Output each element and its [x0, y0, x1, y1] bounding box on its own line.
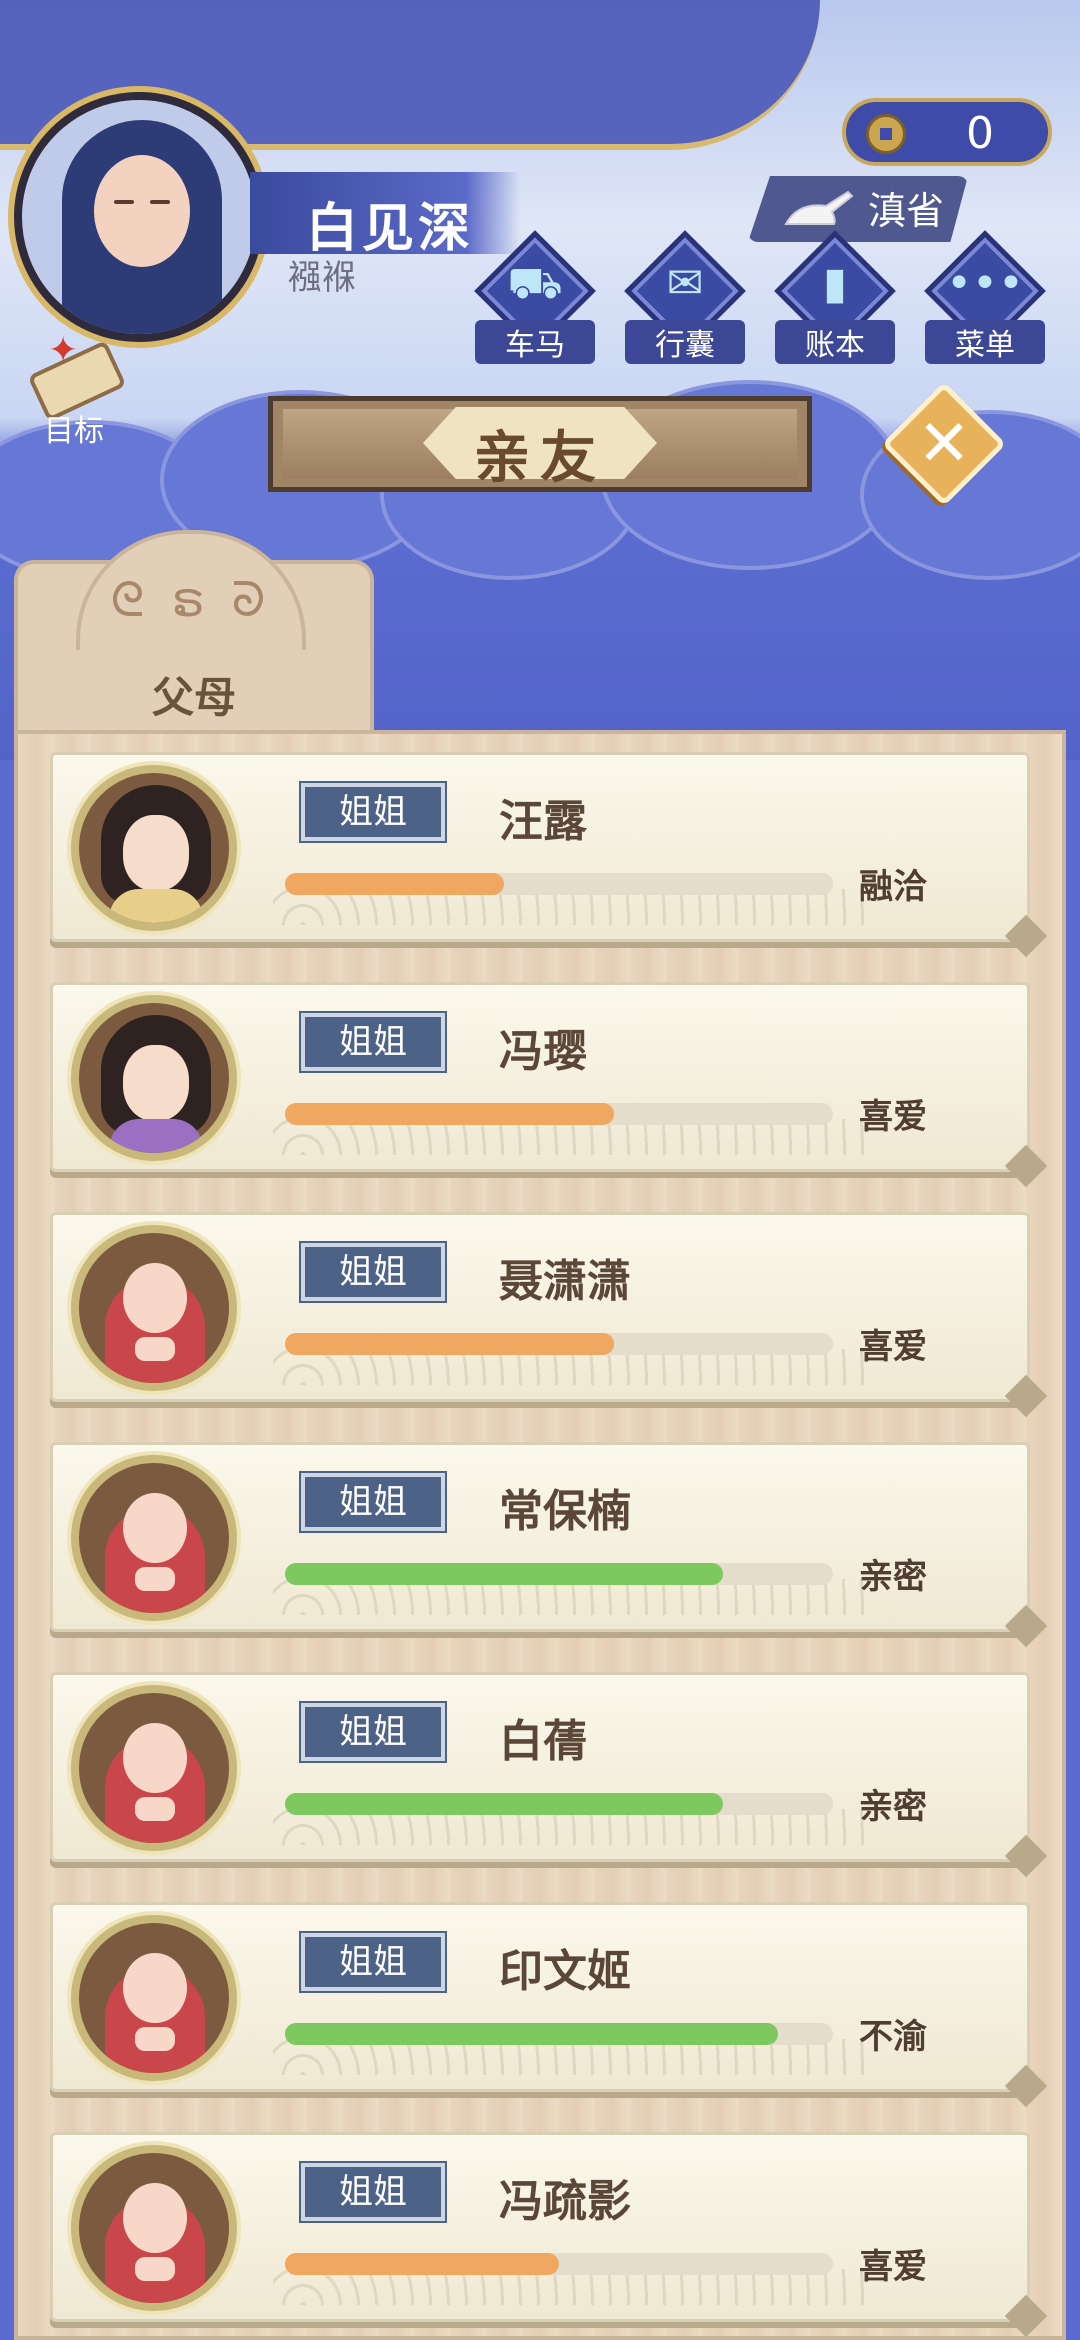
relationship-status: 喜爱 — [859, 1097, 927, 1137]
menu-button-more[interactable]: ••• 菜单 — [920, 230, 1050, 364]
ledger-icon: ▮ — [822, 258, 848, 309]
affinity-bar — [285, 2253, 833, 2275]
dialog-title-banner: 亲友 — [268, 396, 812, 492]
relationship-status: 喜爱 — [859, 1327, 927, 1367]
relation-tag: 姐姐 — [301, 1243, 445, 1301]
menu-button-ledger[interactable]: ▮ 账本 — [770, 230, 900, 364]
relationship-status: 亲密 — [859, 1787, 927, 1827]
close-icon[interactable]: ✕ — [900, 400, 988, 488]
affinity-fill — [285, 1793, 724, 1815]
relative-card[interactable]: 姐姐 冯璎喜爱 — [50, 982, 1048, 1188]
alert-icon: ✦ — [48, 330, 79, 371]
relative-card[interactable]: 姐姐 印文姬不渝 — [50, 1902, 1048, 2108]
relative-name: 常保楠 — [499, 1486, 631, 1537]
relative-name: 白蒨 — [499, 1716, 587, 1767]
affinity-bar — [285, 2023, 833, 2045]
affinity-fill — [285, 873, 505, 895]
carriage-icon: ⛟ — [507, 258, 563, 309]
bundle-icon: ✉ — [666, 258, 704, 309]
player-avatar[interactable] — [14, 92, 264, 342]
more-icon: ••• — [946, 258, 1024, 309]
relative-name: 冯疏影 — [499, 2176, 631, 2227]
relative-card[interactable]: 姐姐 汪露融洽 — [50, 752, 1048, 958]
dialog-title: 亲友 — [474, 426, 606, 491]
player-title: 襁褓 — [288, 258, 356, 298]
menu-label: 菜单 — [925, 320, 1045, 364]
relation-tag: 姐姐 — [301, 783, 445, 841]
relation-tag: 姐姐 — [301, 1703, 445, 1761]
relationship-status: 喜爱 — [859, 2247, 927, 2287]
target-button[interactable]: ✦ 目标 — [14, 330, 134, 450]
relation-tag: 姐姐 — [301, 2163, 445, 2221]
relation-tag: 姐姐 — [301, 1013, 445, 1071]
relative-card[interactable]: 姐姐 聂潇潇喜爱 — [50, 1212, 1048, 1418]
tab-label[interactable]: 父母 — [14, 664, 374, 725]
relative-avatar[interactable] — [71, 1455, 237, 1621]
relative-avatar[interactable] — [71, 765, 237, 931]
affinity-fill — [285, 1333, 614, 1355]
target-label: 目标 — [44, 414, 104, 449]
affinity-bar — [285, 1333, 833, 1355]
relative-avatar[interactable] — [71, 995, 237, 1161]
coin-counter[interactable]: 0 — [842, 98, 1052, 166]
relative-name: 印文姬 — [499, 1946, 631, 1997]
menu-label: 车马 — [475, 320, 595, 364]
menu-label: 行囊 — [625, 320, 745, 364]
affinity-fill — [285, 2253, 559, 2275]
coin-count: 0 — [966, 108, 994, 159]
affinity-fill — [285, 1563, 724, 1585]
relationship-status: 融洽 — [859, 867, 927, 907]
relationship-status: 不渝 — [859, 2017, 927, 2057]
location-name: 滇省 — [868, 189, 945, 233]
affinity-bar — [285, 873, 833, 895]
menu-button-bundle[interactable]: ✉ 行囊 — [620, 230, 750, 364]
relative-avatar[interactable] — [71, 1915, 237, 2081]
menu-label: 账本 — [775, 320, 895, 364]
relative-name: 冯璎 — [499, 1026, 587, 1077]
relation-tag: 姐姐 — [301, 1473, 445, 1531]
affinity-bar — [285, 1563, 833, 1585]
relative-avatar[interactable] — [71, 1225, 237, 1391]
coin-icon — [866, 114, 906, 154]
relationship-status: 亲密 — [859, 1557, 927, 1597]
affinity-fill — [285, 2023, 779, 2045]
relative-card[interactable]: 姐姐 常保楠亲密 — [50, 1442, 1048, 1648]
relative-avatar[interactable] — [71, 1685, 237, 1851]
iron-icon — [784, 190, 854, 225]
relative-name: 聂潇潇 — [499, 1256, 631, 1307]
relative-card[interactable]: 姐姐 冯疏影喜爱 — [50, 2132, 1048, 2338]
affinity-bar — [285, 1793, 833, 1815]
relative-name: 汪露 — [499, 796, 587, 847]
relation-tag: 姐姐 — [301, 1933, 445, 1991]
affinity-bar — [285, 1103, 833, 1125]
affinity-fill — [285, 1103, 614, 1125]
menu-button-carriage[interactable]: ⛟ 车马 — [470, 230, 600, 364]
relative-card[interactable]: 姐姐 白蒨亲密 — [50, 1672, 1048, 1878]
relative-avatar[interactable] — [71, 2145, 237, 2311]
